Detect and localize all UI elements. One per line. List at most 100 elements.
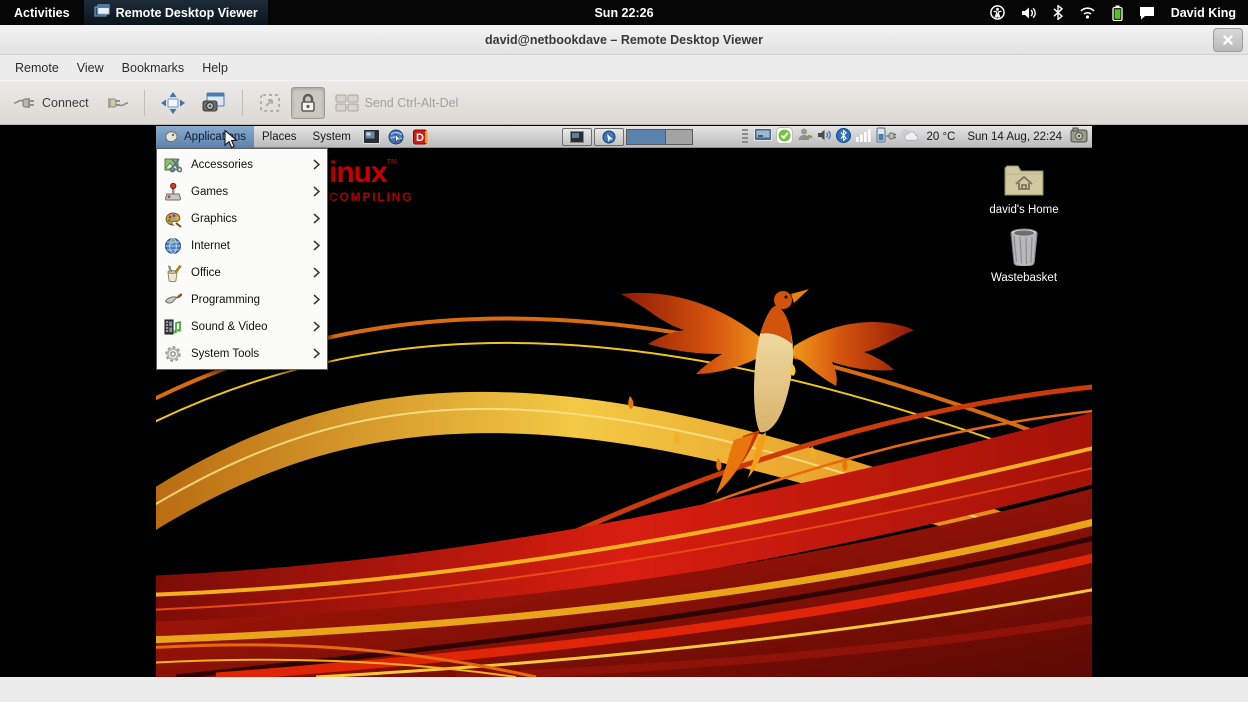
connect-icon [14, 94, 36, 112]
screenshot-launcher-icon[interactable] [363, 129, 380, 144]
remote-desktop-viewer-icon [94, 4, 110, 21]
clock[interactable]: Sun 22:26 [594, 6, 653, 20]
lock-icon [299, 93, 317, 113]
submenu-arrow-icon [313, 348, 320, 359]
internet-icon [164, 237, 182, 255]
disconnect-button[interactable] [99, 89, 135, 117]
programming-icon [164, 291, 182, 309]
sound-video-icon [164, 318, 182, 336]
fuduntu-logo-icon [164, 130, 179, 143]
scaling-button[interactable] [252, 88, 288, 118]
user-name[interactable]: David King [1171, 6, 1236, 20]
updates-ok-tray-icon[interactable] [776, 127, 793, 147]
wifi-icon[interactable] [1079, 6, 1096, 19]
submenu-arrow-icon [313, 159, 320, 170]
bluetooth-icon[interactable] [1053, 5, 1063, 20]
menu-remote[interactable]: Remote [6, 61, 68, 75]
window-menubar: Remote View Bookmarks Help [0, 55, 1248, 80]
submenu-arrow-icon [313, 186, 320, 197]
bluetooth-tray-icon[interactable] [836, 128, 851, 146]
games-icon [164, 183, 182, 201]
menu-item-label: Sound & Video [191, 321, 268, 333]
window-list-item-browser[interactable] [594, 128, 624, 146]
disconnect-icon [106, 94, 128, 112]
keyboard-icon [335, 94, 359, 112]
menu-item-graphics[interactable]: Graphics [158, 205, 326, 232]
remote-panel: Applications Places System D [156, 126, 1092, 148]
weather-tray-icon[interactable] [900, 128, 918, 145]
send-ctrl-alt-del-label: Send Ctrl-Alt-Del [365, 96, 459, 110]
menu-item-label: Graphics [191, 213, 237, 225]
home-folder-label[interactable]: david's Home [989, 204, 1058, 216]
remote-menu-system[interactable]: System [305, 126, 359, 148]
logo-text: inux [329, 156, 387, 189]
menu-item-accessories[interactable]: Accessories [158, 151, 326, 178]
signal-strength-tray-icon[interactable] [855, 128, 872, 145]
close-button[interactable] [1213, 28, 1243, 52]
menu-item-internet[interactable]: Internet [158, 232, 326, 259]
activities-button[interactable]: Activities [0, 0, 84, 25]
focused-app-button[interactable]: Remote Desktop Viewer [84, 0, 268, 25]
remote-screen[interactable]: Applications Places System D [156, 126, 1092, 677]
logo-subtext: COMPILING [329, 191, 413, 203]
home-folder-icon[interactable] [1003, 162, 1045, 201]
menu-item-label: System Tools [191, 348, 259, 360]
menu-help[interactable]: Help [193, 61, 237, 75]
screenshot-icon [202, 92, 226, 114]
fullscreen-icon [161, 92, 185, 114]
temperature-label[interactable]: 20 °C [922, 131, 959, 143]
wastebasket-icon[interactable] [1006, 228, 1042, 269]
menu-item-system-tools[interactable]: System Tools [158, 340, 326, 367]
im-status-tray-icon[interactable] [797, 127, 813, 146]
window-list-item-terminal[interactable] [562, 128, 592, 146]
workspace-switcher-inactive[interactable] [666, 129, 693, 145]
gnome-top-bar: Activities Remote Desktop Viewer Sun 22:… [0, 0, 1248, 25]
menu-item-label: Internet [191, 240, 230, 252]
fullscreen-button[interactable] [154, 87, 192, 119]
battery-icon[interactable] [1112, 5, 1123, 21]
connect-button[interactable]: Connect [7, 89, 96, 117]
red-d-launcher-icon[interactable]: D [413, 129, 428, 145]
menu-item-label: Accessories [191, 159, 253, 171]
mouse-cursor [224, 130, 240, 155]
menu-bookmarks[interactable]: Bookmarks [113, 61, 194, 75]
close-icon [1223, 35, 1233, 45]
system-tools-icon [164, 345, 182, 363]
panel-clock[interactable]: Sun 14 Aug, 22:24 [963, 131, 1066, 143]
menu-item-label: Programming [191, 294, 260, 306]
screenshot-button[interactable] [195, 87, 233, 119]
accessibility-icon[interactable] [990, 5, 1005, 20]
volume-icon[interactable] [1021, 6, 1037, 20]
workspace-switcher-active[interactable] [626, 129, 666, 145]
focused-app-name: Remote Desktop Viewer [116, 6, 258, 20]
remote-viewport[interactable]: Applications Places System D [0, 125, 1248, 677]
chat-icon[interactable] [1139, 6, 1155, 20]
send-ctrl-alt-del-button[interactable]: Send Ctrl-Alt-Del [328, 89, 466, 117]
menu-view[interactable]: View [68, 61, 113, 75]
places-label: Places [262, 131, 297, 143]
panel-screenshot-icon[interactable] [1070, 127, 1088, 146]
toolbar-separator [144, 90, 145, 116]
menu-item-programming[interactable]: Programming [158, 286, 326, 313]
window-titlebar[interactable]: david@netbookdave – Remote Desktop Viewe… [0, 25, 1248, 55]
menu-item-sound-video[interactable]: Sound & Video [158, 313, 326, 340]
connect-label: Connect [42, 96, 89, 110]
wallpaper-logo: inuxTM COMPILING [329, 158, 413, 203]
toolbar-separator [242, 90, 243, 116]
wastebasket-label[interactable]: Wastebasket [991, 272, 1057, 284]
submenu-arrow-icon [313, 267, 320, 278]
remote-desktop-viewer-window: david@netbookdave – Remote Desktop Viewe… [0, 25, 1248, 702]
graphics-icon [164, 210, 182, 228]
battery-plug-tray-icon[interactable] [876, 127, 896, 146]
menu-item-office[interactable]: Office [158, 259, 326, 286]
readonly-lock-button[interactable] [291, 87, 325, 119]
remote-menu-places[interactable]: Places [254, 126, 305, 148]
accessories-icon [164, 156, 182, 174]
display-tray-icon[interactable] [754, 128, 772, 146]
menu-item-games[interactable]: Games [158, 178, 326, 205]
menu-item-label: Office [191, 267, 221, 279]
submenu-arrow-icon [313, 321, 320, 332]
browser-launcher-icon[interactable] [388, 129, 405, 145]
tray-handle[interactable] [742, 129, 748, 145]
volume-tray-icon[interactable] [817, 128, 832, 145]
